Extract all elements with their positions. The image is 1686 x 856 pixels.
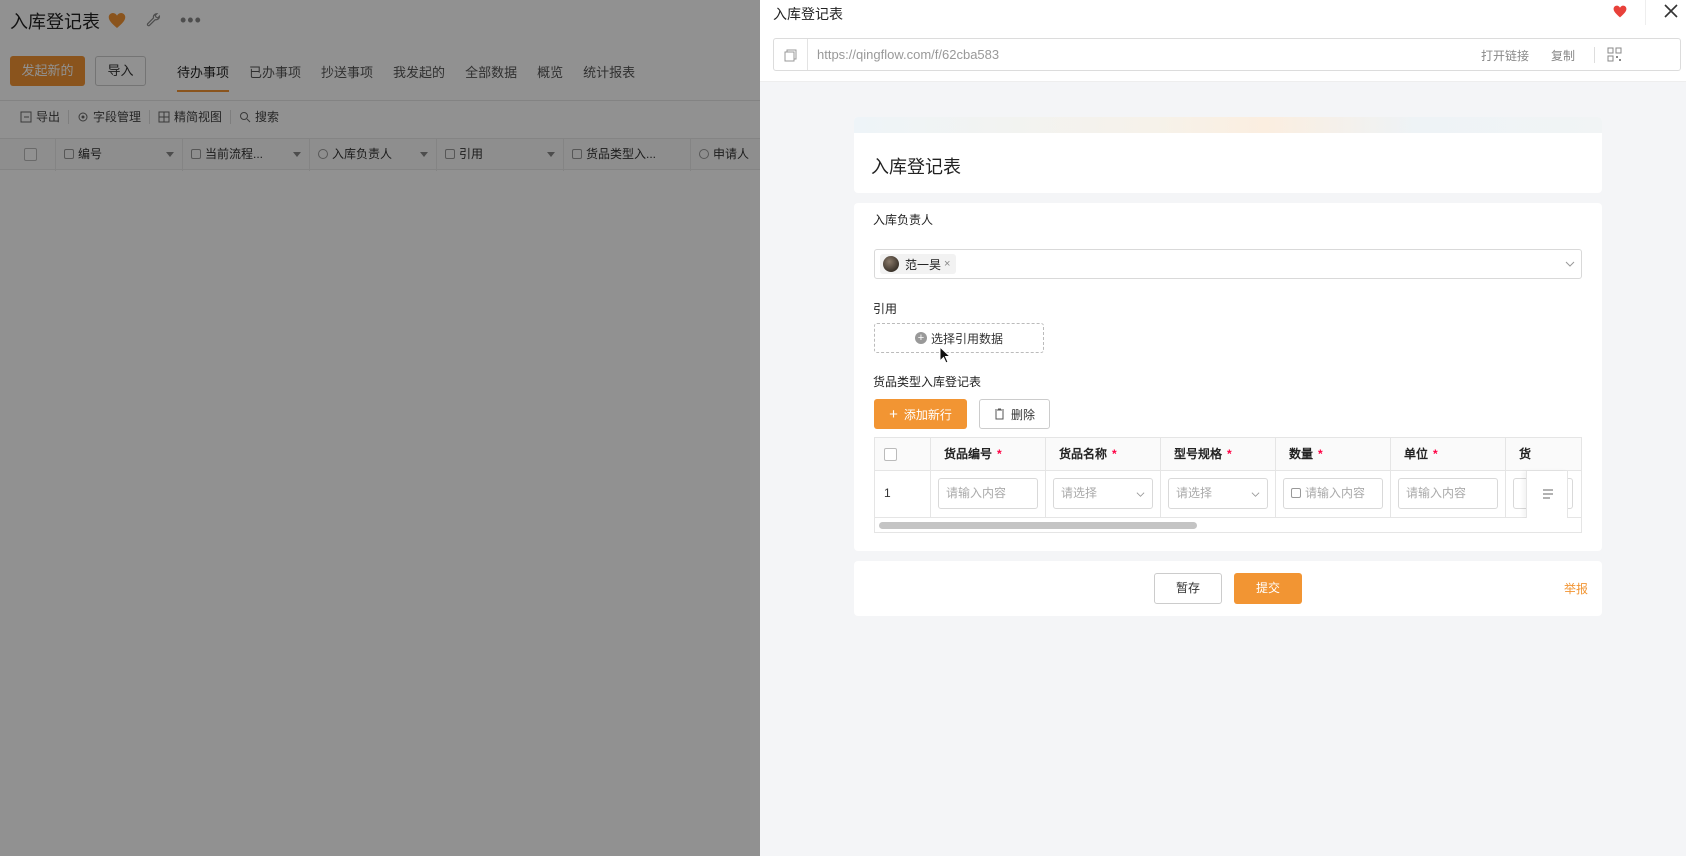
model-spec-select[interactable]: 请选择: [1168, 478, 1268, 509]
drawer-title: 入库登记表: [773, 6, 843, 22]
scrollbar-thumb[interactable]: [879, 522, 1197, 529]
report-link[interactable]: 举报: [1564, 580, 1588, 597]
share-link-bar: https://qingflow.com/f/62cba583 打开链接 复制: [760, 25, 1686, 82]
plus-icon: +: [889, 405, 898, 423]
submit-button[interactable]: 提交: [1234, 573, 1302, 604]
goods-name-select[interactable]: 请选择: [1053, 478, 1153, 509]
row-menu-icon: [1543, 489, 1553, 499]
quantity-input[interactable]: 请输入内容: [1283, 478, 1383, 509]
add-row-label: 添加新行: [903, 407, 952, 422]
subtable-select-all-checkbox[interactable]: [884, 448, 897, 461]
number-icon: [1291, 488, 1301, 498]
goods-subtable: 货品编号 * 货品名称 * 型号规格 * 数量 * 单位 * 货 1 请输入内容 请选择 …: [874, 437, 1582, 533]
ref-field-label: 引用: [873, 302, 898, 316]
owner-select[interactable]: 范一昊 ×: [874, 249, 1582, 279]
background-app: 入库登记表 ••• 发起新的 导入 待办事项 已办事项 抄送事项 我发起的 全部…: [0, 0, 760, 856]
select-reference-button[interactable]: + 选择引用数据: [874, 323, 1044, 353]
close-icon[interactable]: [1662, 2, 1680, 20]
plus-circle-icon: +: [914, 332, 927, 344]
header-banner: [854, 117, 1602, 133]
form-footer-card: 暂存 提交 举报: [854, 561, 1602, 616]
modal-overlay[interactable]: [0, 0, 760, 856]
col-goods-code: 货品编号 *: [930, 438, 1045, 471]
open-link-button[interactable]: 打开链接: [1481, 47, 1529, 64]
owner-tag: 范一昊 ×: [880, 254, 957, 274]
select-reference-label: 选择引用数据: [930, 331, 1003, 346]
row-number: 1: [884, 486, 891, 500]
link-icon: [774, 39, 808, 70]
col-quantity: 数量 *: [1275, 438, 1390, 471]
form-header-card: 入库登记表: [854, 117, 1602, 193]
form-drawer: 入库登记表 https://qingflow.com/f/62cba583 打开…: [760, 0, 1686, 856]
subtable-header: 货品编号 * 货品名称 * 型号规格 * 数量 * 单位 * 货: [875, 438, 1581, 471]
delete-row-button[interactable]: 删除: [979, 399, 1050, 429]
save-draft-button[interactable]: 暂存: [1154, 573, 1222, 604]
remove-tag-icon[interactable]: ×: [944, 258, 950, 270]
col-more: 货: [1505, 438, 1581, 471]
table-row: 1 请输入内容 请选择 请选择 请输入内容 请输入内容: [875, 471, 1581, 518]
share-url-field[interactable]: https://qingflow.com/f/62cba583 打开链接 复制: [773, 38, 1681, 71]
trash-icon: [994, 408, 1004, 420]
qrcode-icon[interactable]: [1607, 47, 1622, 62]
chevron-down-icon: [1565, 261, 1575, 267]
avatar: [883, 256, 899, 272]
drawer-header: 入库登记表: [760, 0, 1686, 25]
col-goods-name: 货品名称 *: [1045, 438, 1160, 471]
unit-input[interactable]: 请输入内容: [1398, 478, 1498, 509]
col-unit: 单位 *: [1390, 438, 1505, 471]
delete-label: 删除: [1010, 407, 1035, 422]
goods-code-input[interactable]: 请输入内容: [938, 478, 1038, 509]
favorite-heart-icon[interactable]: [1613, 5, 1627, 18]
mouse-cursor-icon: [939, 346, 951, 364]
form-body-card: 入库负责人 范一昊 × 引用 + 选择引用数据 货品类型入库登记表 + 添加新行…: [854, 203, 1602, 551]
horizontal-scrollbar[interactable]: [875, 518, 1581, 532]
subtable-label: 货品类型入库登记表: [873, 375, 982, 389]
add-row-button[interactable]: + 添加新行: [874, 399, 967, 429]
chevron-down-icon: [1136, 492, 1145, 497]
form-title: 入库登记表: [871, 157, 961, 177]
owner-name: 范一昊: [905, 257, 942, 272]
copy-link-button[interactable]: 复制: [1551, 47, 1575, 64]
row-action-button[interactable]: [1526, 471, 1568, 518]
chevron-down-icon: [1251, 492, 1260, 497]
col-model-spec: 型号规格 *: [1160, 438, 1275, 471]
share-url[interactable]: https://qingflow.com/f/62cba583: [817, 47, 999, 62]
owner-field-label: 入库负责人: [873, 213, 934, 227]
